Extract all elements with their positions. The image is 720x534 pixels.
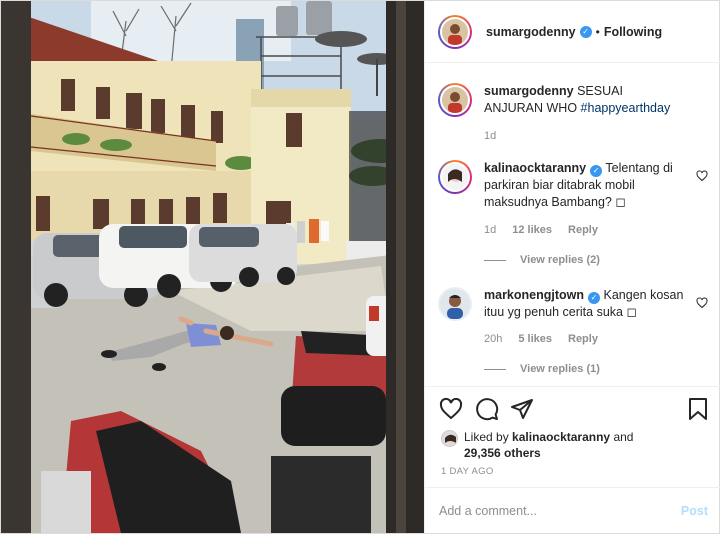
post-timestamp[interactable]: 1 DAY AGO (441, 466, 494, 477)
verified-badge-icon: ✓ (590, 165, 603, 177)
comment-avatar[interactable] (438, 287, 472, 321)
liked-by: Liked by kalinaocktaranny and 29,356 oth… (441, 429, 674, 461)
comment-reply-button[interactable]: Reply (568, 224, 598, 236)
comment-meta: 1d 12 likes Reply (484, 224, 598, 236)
comment-reply-button[interactable]: Reply (568, 333, 598, 345)
replies-divider (484, 368, 506, 370)
comments-list[interactable]: sumargodenny SESUAI ANJURAN WHO #happyea… (425, 63, 720, 386)
comment-body: kalinaocktaranny ✓ Telentang di parkiran … (484, 160, 684, 211)
caption-hashtag[interactable]: #happyearthday (581, 101, 671, 115)
post-photo[interactable] (1, 1, 424, 533)
caption-time[interactable]: 1d (484, 130, 496, 142)
view-replies-button[interactable]: View replies (2) (484, 254, 600, 266)
comment-likes[interactable]: 12 likes (512, 224, 552, 236)
author-username[interactable]: sumargodenny (486, 25, 576, 39)
verified-badge-icon: ✓ (588, 292, 601, 304)
comment-username[interactable]: markonengjtown (484, 288, 584, 302)
share-icon[interactable] (510, 397, 534, 421)
heart-icon[interactable] (439, 397, 463, 421)
liked-by-prefix: Liked by (464, 430, 509, 444)
comment-item: kalinaocktaranny ✓ Telentang di parkiran … (438, 160, 708, 275)
comment-like-heart-icon[interactable] (696, 170, 708, 182)
comment-likes[interactable]: 5 likes (518, 333, 552, 345)
comment-body: markonengjtown ✓ Kangen kosan ituu yg pen… (484, 287, 684, 321)
comment-like-heart-icon[interactable] (696, 297, 708, 309)
comment-username[interactable]: kalinaocktaranny (484, 161, 586, 175)
post-header: sumargodenny ✓ • Following (425, 1, 720, 63)
comment-item: markonengjtown ✓ Kangen kosan ituu yg pen… (438, 287, 708, 386)
comment-avatar[interactable] (438, 160, 472, 194)
verified-badge-icon: ✓ (579, 25, 592, 38)
replies-divider (484, 259, 506, 261)
post-actions: Liked by kalinaocktaranny and 29,356 oth… (425, 386, 720, 487)
liked-by-others[interactable]: 29,356 others (464, 446, 541, 460)
liked-by-user[interactable]: kalinaocktaranny (512, 430, 610, 444)
caption-body: sumargodenny SESUAI ANJURAN WHO #happyea… (484, 83, 684, 117)
add-comment-bar: Post (425, 487, 720, 533)
author-avatar[interactable] (438, 14, 472, 49)
liked-by-and: and (613, 430, 634, 444)
caption: sumargodenny SESUAI ANJURAN WHO #happyea… (438, 83, 708, 153)
post-comment-button[interactable]: Post (681, 504, 708, 518)
view-replies-label: View replies (1) (520, 363, 600, 375)
liker-avatar[interactable] (441, 430, 458, 447)
post-side-panel: sumargodenny ✓ • Following sumargodenny … (424, 1, 720, 533)
bookmark-icon[interactable] (687, 397, 709, 421)
header-separator: • (595, 24, 600, 39)
comment-time[interactable]: 20h (484, 333, 502, 345)
add-comment-input[interactable] (439, 503, 681, 518)
comment-icon[interactable] (475, 397, 499, 421)
comment-meta: 20h 5 likes Reply (484, 333, 598, 345)
comment-time[interactable]: 1d (484, 224, 496, 236)
following-button[interactable]: Following (604, 25, 662, 39)
view-replies-button[interactable]: View replies (1) (484, 363, 600, 375)
action-icons-row (437, 397, 709, 423)
caption-avatar[interactable] (438, 83, 472, 117)
caption-meta: 1d (484, 130, 496, 142)
view-replies-label: View replies (2) (520, 254, 600, 266)
caption-username[interactable]: sumargodenny (484, 84, 574, 98)
